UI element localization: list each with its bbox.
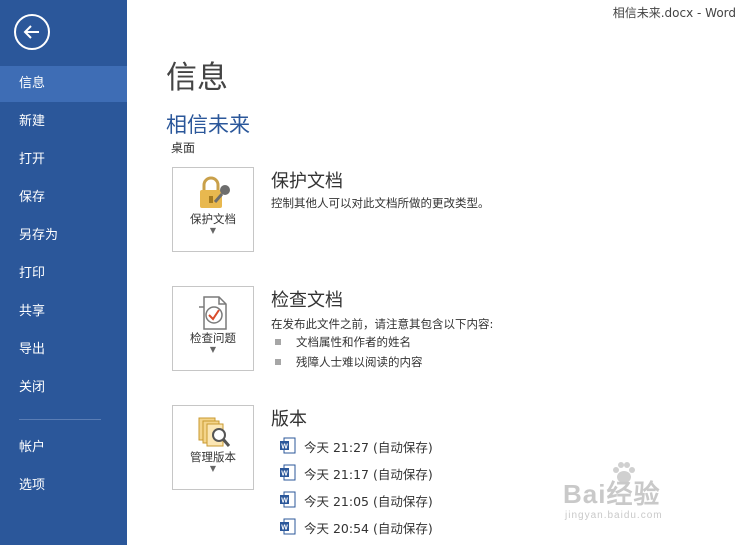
manage-versions-label: 管理版本 xyxy=(190,450,236,464)
nav-save-as[interactable]: 另存为 xyxy=(0,218,127,254)
document-location: 桌面 xyxy=(171,141,196,155)
chevron-down-icon: ▼ xyxy=(209,345,217,354)
word-document-icon: W xyxy=(280,518,296,535)
svg-text:W: W xyxy=(281,444,288,451)
inspect-description: 在发布此文件之前，请注意其包含以下内容: xyxy=(271,317,494,331)
check-issues-button[interactable]: 检查问题 ▼ xyxy=(172,286,254,371)
nav-divider xyxy=(19,419,101,420)
document-name: 相信未来 xyxy=(166,113,250,137)
manage-versions-button[interactable]: 管理版本 ▼ xyxy=(172,405,254,490)
inspect-heading: 检查文档 xyxy=(271,290,343,311)
nav-close[interactable]: 关闭 xyxy=(0,370,127,406)
watermark-text: Bai经验 xyxy=(563,479,661,509)
protect-document-button[interactable]: 保护文档 ▼ xyxy=(172,167,254,252)
nav-export[interactable]: 导出 xyxy=(0,332,127,368)
back-button[interactable] xyxy=(14,14,50,50)
version-label: 今天 21:17 (自动保存) xyxy=(304,467,433,482)
nav-open[interactable]: 打开 xyxy=(0,142,127,178)
lock-key-icon xyxy=(200,176,230,208)
word-document-icon: W xyxy=(280,464,296,481)
protect-description: 控制其他人可以对此文档所做的更改类型。 xyxy=(271,196,490,210)
backstage-sidebar: 信息 新建 打开 保存 另存为 打印 共享 导出 关闭 帐户 选项 xyxy=(0,0,127,545)
nav-account[interactable]: 帐户 xyxy=(0,430,127,466)
chevron-down-icon: ▼ xyxy=(209,226,217,235)
bullet-icon xyxy=(275,339,281,345)
watermark-url: jingyan.baidu.com xyxy=(565,510,663,521)
svg-text:W: W xyxy=(281,498,288,505)
window-title: 相信未来.docx - Word xyxy=(612,6,736,20)
bullet-icon xyxy=(275,359,281,365)
word-document-icon: W xyxy=(280,491,296,508)
inspect-bullet: 文档属性和作者的姓名 xyxy=(296,335,411,349)
arrow-left-icon xyxy=(23,25,39,39)
svg-text:W: W xyxy=(281,471,288,478)
version-label: 今天 20:54 (自动保存) xyxy=(304,521,433,536)
nav-print[interactable]: 打印 xyxy=(0,256,127,292)
inspect-document-icon xyxy=(199,296,227,330)
version-label: 今天 21:27 (自动保存) xyxy=(304,440,433,455)
protect-heading: 保护文档 xyxy=(271,171,343,192)
nav-share[interactable]: 共享 xyxy=(0,294,127,330)
inspect-bullet: 残障人士难以阅读的内容 xyxy=(296,355,423,369)
svg-text:W: W xyxy=(281,525,288,532)
baidu-watermark: Bai经验 jingyan.baidu.com xyxy=(563,462,733,528)
manage-versions-icon xyxy=(198,417,231,447)
nav-save[interactable]: 保存 xyxy=(0,180,127,216)
version-label: 今天 21:05 (自动保存) xyxy=(304,494,433,509)
chevron-down-icon: ▼ xyxy=(209,464,217,473)
page-title: 信息 xyxy=(166,60,228,96)
protect-document-label: 保护文档 xyxy=(190,212,236,226)
nav-info[interactable]: 信息 xyxy=(0,66,127,102)
nav-options[interactable]: 选项 xyxy=(0,468,127,504)
check-issues-label: 检查问题 xyxy=(190,331,236,345)
word-document-icon: W xyxy=(280,437,296,454)
nav-new[interactable]: 新建 xyxy=(0,104,127,140)
versions-heading: 版本 xyxy=(271,409,307,430)
